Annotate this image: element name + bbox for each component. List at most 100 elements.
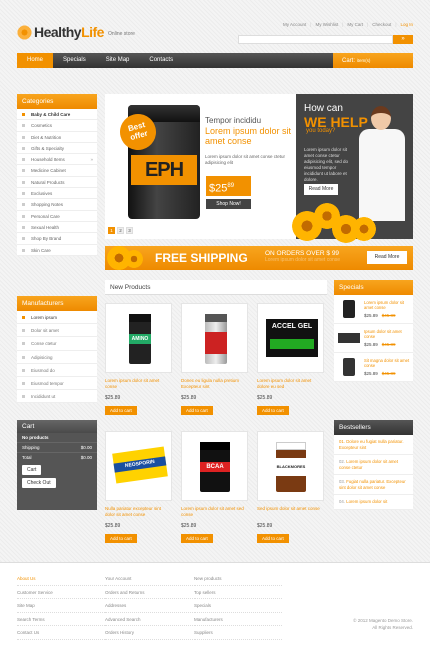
product-name[interactable]: Nulla pariatur excepteur sint dolor sit … [105, 506, 172, 519]
product-image[interactable]: ACCEL GEL [257, 303, 324, 373]
manufacturer-item[interactable]: Eiusmod do [17, 364, 97, 377]
nav-cart[interactable]: Cart: item(s) [333, 53, 413, 68]
top-links: My Account | My Wishlist | My Cart | Checko… [283, 22, 413, 27]
logo[interactable]: Healthy Life Online store [17, 24, 135, 40]
category-item[interactable]: Shopping Notes [17, 199, 97, 211]
search-button[interactable]: » [393, 35, 413, 44]
categories-list: Baby & Child Care Cosmetics Diet & Nutri… [17, 109, 97, 256]
manufacturer-item[interactable]: Adipisicing [17, 351, 97, 364]
nav-specials[interactable]: Specials [53, 53, 96, 68]
chevron-right-icon: » [90, 157, 93, 163]
flowers-image [292, 199, 413, 243]
promo-desc: Lorem ipsum dolor sit amet conse ctetur … [304, 147, 349, 182]
category-item[interactable]: Natural Products [17, 177, 97, 189]
special-item[interactable]: Sit magna dolor sit amet conse $25.89 $45.… [334, 353, 413, 382]
bestseller-item[interactable]: 04. Lorem ipsum dolor sit [334, 495, 413, 510]
add-to-cart-button[interactable]: Add to cart [257, 534, 289, 543]
footer-col-1: About Us Customer Service Site Map Searc… [17, 572, 105, 640]
specials-title: Specials [334, 280, 413, 295]
footer-link[interactable]: Suppliers [194, 626, 282, 640]
slider-page-3[interactable]: 3 [126, 227, 133, 234]
product-name[interactable]: Lorem ipsum dolor sit amet dolore eu sed [257, 378, 324, 391]
manufacturers-list: Lorem ipsum Dolor sit amet Conse ctetur … [17, 311, 97, 404]
manufacturer-item[interactable]: Eiusmod tempor [17, 377, 97, 391]
footer-link[interactable]: Advanced Search [105, 613, 193, 626]
category-item[interactable]: Personal Care [17, 211, 97, 222]
shop-now-button[interactable]: Shop Now! [206, 199, 251, 209]
search-bar: » [238, 35, 413, 44]
footer-link[interactable]: Specials [194, 599, 282, 613]
category-item[interactable]: Medicine Cabinet [17, 165, 97, 177]
add-to-cart-button[interactable]: Add to cart [181, 406, 213, 415]
footer-link[interactable]: Customer Service [17, 586, 105, 599]
category-item[interactable]: Gifts & Specialty [17, 143, 97, 155]
add-to-cart-button[interactable]: Add to cart [105, 406, 137, 415]
product-name[interactable]: Sed ipsum dolor sit amet conse [257, 506, 324, 519]
category-item[interactable]: Household Items» [17, 154, 97, 166]
category-item[interactable]: Skin Care [17, 245, 97, 256]
category-item[interactable]: Sexual Health [17, 222, 97, 234]
promo-read-more-button[interactable]: Read More [304, 184, 338, 195]
manufacturer-item[interactable]: Dolor sit amet [17, 324, 97, 338]
add-to-cart-button[interactable]: Add to cart [105, 534, 137, 543]
login-link[interactable]: Log In [400, 22, 413, 27]
category-item[interactable]: Exclusives [17, 188, 97, 200]
product-image[interactable]: AMINO [105, 303, 172, 373]
special-item[interactable]: Ipsum dolor sit amet conse $25.89 $45.89 [334, 324, 413, 353]
footer-link[interactable]: Top sellers [194, 586, 282, 599]
special-thumb [338, 329, 360, 347]
slider-page-1[interactable]: 1 [108, 227, 115, 234]
checkout-button[interactable]: Check Out [22, 478, 56, 488]
footer-link[interactable]: Site Map [17, 599, 105, 613]
bestseller-item[interactable]: 02. Lorem ipsum dolor sit amet conse cte… [334, 455, 413, 475]
product-name[interactable]: Lorem ipsum dolor sit amet conse [105, 378, 172, 391]
category-item[interactable]: Baby & Child Care [17, 109, 97, 121]
footer-link[interactable]: Contact Us [17, 626, 105, 640]
my-account-link[interactable]: My Account [283, 22, 306, 27]
footer-link[interactable]: Orders and Returns [105, 586, 193, 599]
footer-link[interactable]: Manufacturers [194, 613, 282, 626]
bestsellers-title: Bestsellers [334, 420, 413, 435]
product-image[interactable]: BLACKMORES [257, 431, 324, 501]
category-item[interactable]: Diet & Nutrition [17, 132, 97, 143]
manufacturer-item[interactable]: Incididunt ut [17, 390, 97, 404]
add-to-cart-button[interactable]: Add to cart [257, 406, 289, 415]
promo-line3: you today? [306, 128, 336, 134]
shipping-read-more-button[interactable]: Read More [367, 251, 407, 264]
bestseller-item[interactable]: 03. Fugiat nulla pariatur. Excepteur sin… [334, 475, 413, 495]
cart-button[interactable]: Cart [22, 465, 42, 475]
add-to-cart-button[interactable]: Add to cart [181, 534, 213, 543]
flower-logo-icon [17, 24, 32, 40]
footer-col-3: New products Top sellers Specials Manufa… [194, 572, 282, 640]
my-cart-link[interactable]: My Cart [347, 22, 363, 27]
slider-line2: Lorem ipsum dolor sit amet conse [205, 126, 292, 146]
nav-site-map[interactable]: Site Map [96, 53, 140, 68]
checkout-link[interactable]: Checkout [372, 22, 391, 27]
manufacturer-item[interactable]: Conse ctetur [17, 337, 97, 351]
footer-link[interactable]: New products [194, 572, 282, 586]
product-image[interactable]: NEOSPORIN [105, 431, 172, 501]
manufacturer-item[interactable]: Lorem ipsum [17, 311, 97, 325]
category-item[interactable]: Shop By Brand [17, 233, 97, 245]
footer-link[interactable]: Orders History [105, 626, 193, 640]
cart-total-row: Total $0.00 [17, 452, 97, 462]
free-shipping-sub: ON ORDERS OVER $ 99 Lorem ipsum dolor si… [265, 250, 341, 263]
my-wishlist-link[interactable]: My Wishlist [315, 22, 338, 27]
nav-cart-label: Cart: [342, 58, 356, 64]
footer-link[interactable]: Addresses [105, 599, 193, 613]
footer-link[interactable]: Your Account [105, 572, 193, 586]
slider-page-2[interactable]: 2 [117, 227, 124, 234]
product-name[interactable]: Lorem ipsum dolor sit amet sed conse [181, 506, 248, 519]
footer-link[interactable]: Search Terms [17, 613, 105, 626]
footer-link[interactable]: About Us [17, 572, 105, 586]
special-item[interactable]: Lorem ipsum dolor sit amet conse $25.89 $4… [334, 295, 413, 324]
nav-contacts[interactable]: Contacts [139, 53, 183, 68]
product-name[interactable]: Donec eu ligula nulla pretium Excepteur … [181, 378, 248, 391]
search-input[interactable] [238, 35, 393, 44]
product-price: $25.89 [105, 523, 121, 529]
nav-home[interactable]: Home [17, 53, 54, 68]
product-image[interactable] [181, 303, 248, 373]
product-image[interactable]: BCAA [181, 431, 248, 501]
bestseller-item[interactable]: 01. Dolore eu fugiat nulla pariatur. Exc… [334, 435, 413, 455]
category-item[interactable]: Cosmetics [17, 120, 97, 132]
